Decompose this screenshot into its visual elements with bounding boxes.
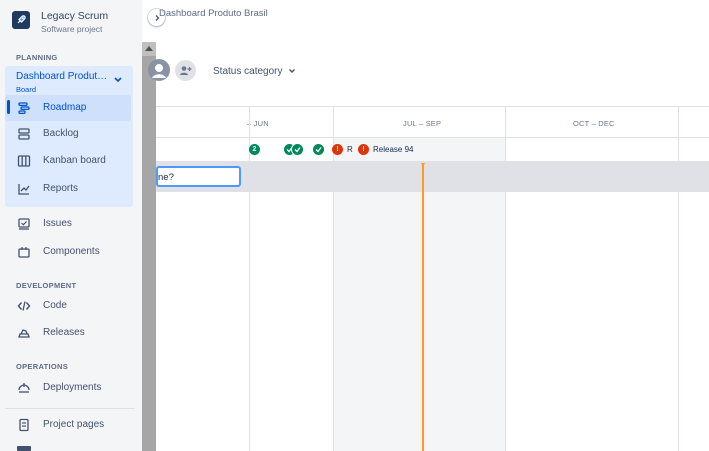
- release-count-badge[interactable]: 2: [249, 144, 260, 155]
- timeline-header: – JUN JUL – SEP OCT – DEC: [156, 106, 709, 138]
- project-header[interactable]: Legacy Scrum Software project: [0, 0, 142, 42]
- sidebar-item-label: Issues: [43, 218, 72, 229]
- releases-icon: [18, 329, 30, 338]
- project-type: Software project: [41, 24, 103, 34]
- release-label[interactable]: Release 94: [373, 145, 413, 154]
- breadcrumb[interactable]: Dashboard Produto Brasil: [159, 8, 268, 19]
- section-title-planning: PLANNING: [16, 53, 58, 62]
- sidebar-item-project-pages[interactable]: Project pages: [5, 412, 131, 438]
- backlog-icon: [18, 128, 30, 140]
- project-sidebar: Legacy Scrum Software project PLANNING D…: [0, 0, 142, 451]
- next-item-icon: [17, 446, 31, 451]
- code-icon: [17, 301, 31, 311]
- sidebar-item-label: Deployments: [43, 382, 102, 393]
- sidebar-item-label: Project pages: [43, 419, 105, 430]
- issues-icon: [18, 218, 30, 230]
- today-marker: [421, 163, 425, 167]
- sidebar-item-label: Reports: [43, 183, 79, 194]
- scroll-thumb[interactable]: [142, 56, 156, 451]
- section-title-operations: OPERATIONS: [16, 362, 69, 371]
- sidebar-divider: [5, 408, 135, 409]
- sidebar-item-components[interactable]: Components: [5, 239, 131, 265]
- sidebar-item-label: Code: [43, 300, 67, 311]
- sidebar-item-label: Roadmap: [43, 102, 87, 113]
- timeline-column-label: – JUN: [247, 119, 269, 128]
- deployments-icon: [18, 383, 30, 393]
- reports-icon: [18, 184, 30, 195]
- roadmap-icon: [18, 102, 30, 115]
- section-title-development: DEVELOPMENT: [16, 281, 77, 290]
- release-warning-icon[interactable]: !: [358, 144, 369, 155]
- create-issue-input[interactable]: [156, 166, 241, 187]
- status-category-filter[interactable]: Status category: [207, 61, 302, 81]
- sidebar-item-roadmap[interactable]: Roadmap: [5, 95, 131, 121]
- rocket-icon: [12, 11, 30, 29]
- release-done-icon[interactable]: [292, 144, 303, 155]
- sidebar-item-label: Releases: [43, 327, 85, 338]
- chevron-down-icon: [114, 77, 122, 83]
- kanban-icon: [17, 155, 31, 167]
- avatar[interactable]: [148, 59, 170, 81]
- components-icon: [18, 247, 30, 258]
- sidebar-item-label: Kanban board: [43, 155, 106, 166]
- sidebar-item-label: Backlog: [43, 128, 79, 139]
- releases-row: 2 ! R ! Release 94: [156, 138, 709, 162]
- sidebar-item-backlog[interactable]: Backlog: [5, 121, 131, 147]
- board-selector[interactable]: Dashboard Produt… Board: [5, 66, 133, 94]
- sidebar-scrollbar[interactable]: [142, 42, 156, 451]
- sidebar-item-kanban-board[interactable]: Kanban board: [5, 148, 131, 174]
- scroll-up-arrow-icon[interactable]: [145, 46, 153, 51]
- roadmap-timeline: – JUN JUL – SEP OCT – DEC 2 ! R ! Releas…: [156, 106, 709, 451]
- status-category-label: Status category: [213, 65, 283, 77]
- release-warning-icon[interactable]: !: [332, 144, 343, 155]
- add-people-button[interactable]: [175, 60, 196, 81]
- board-type: Board: [16, 85, 37, 94]
- sidebar-item-releases[interactable]: Releases: [5, 320, 131, 346]
- sidebar-item-deployments[interactable]: Deployments: [5, 375, 131, 401]
- sidebar-item-issues[interactable]: Issues: [5, 211, 131, 237]
- timeline-column-label: JUL – SEP: [403, 119, 442, 128]
- chevron-down-icon: [289, 69, 296, 73]
- sidebar-item-reports[interactable]: Reports: [5, 176, 131, 202]
- sidebar-item-label: Components: [43, 246, 100, 257]
- today-marker-line: [422, 163, 424, 451]
- timeline-column-label: OCT – DEC: [573, 119, 615, 128]
- selected-indicator: [7, 100, 10, 114]
- release-done-icon[interactable]: [313, 144, 324, 155]
- pages-icon: [19, 418, 29, 432]
- board-name: Dashboard Produt…: [16, 71, 108, 82]
- project-name: Legacy Scrum: [41, 10, 109, 22]
- sidebar-item-code[interactable]: Code: [5, 293, 131, 319]
- user-avatar-icon: [149, 60, 169, 80]
- add-person-icon: [180, 66, 192, 75]
- release-label[interactable]: R: [347, 145, 353, 154]
